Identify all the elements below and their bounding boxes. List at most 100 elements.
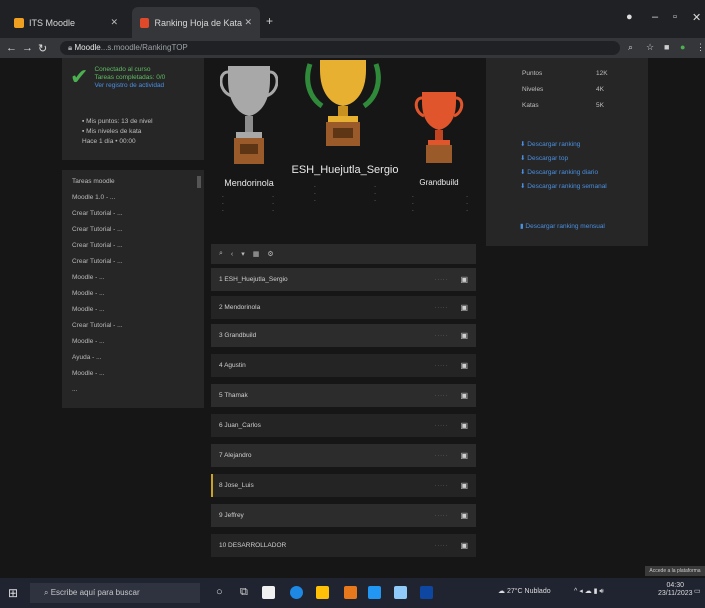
phone-icon[interactable] bbox=[394, 586, 407, 599]
table-row[interactable]: 1 ESH_Huejutla_Sergio ····· ▣ bbox=[211, 268, 476, 291]
list-item[interactable]: Moodle - ... bbox=[72, 274, 105, 281]
forward-icon[interactable]: → bbox=[22, 42, 33, 54]
address-bar[interactable]: 🔒︎ Moodle...s.moodle/RankingTOP bbox=[60, 41, 620, 55]
store-icon[interactable] bbox=[368, 586, 381, 599]
row-action-icon[interactable]: ▣ bbox=[460, 391, 468, 400]
tab-its-moodle[interactable]: ITS Moodle ✕ bbox=[6, 7, 126, 38]
status-text: Conectado al curso Tareas completadas: 0… bbox=[94, 66, 165, 90]
status-row: ✔ Conectado al curso Tareas completadas:… bbox=[70, 66, 165, 90]
stat-label: Katas bbox=[522, 102, 539, 109]
first-place-stats: · · · · · · bbox=[314, 184, 376, 204]
moodle-favicon-icon bbox=[14, 17, 24, 28]
minimize-icon[interactable]: – bbox=[652, 11, 658, 23]
table-row[interactable]: 2 Mendorinola ····· ▣ bbox=[211, 296, 476, 319]
maximize-icon[interactable]: ▫ bbox=[673, 11, 677, 23]
new-tab-icon[interactable]: + bbox=[266, 14, 273, 28]
download-link[interactable]: ⬇ Descargar ranking semanal bbox=[520, 182, 607, 190]
status-title: Conectado al curso bbox=[94, 66, 151, 73]
notification-icon[interactable]: ▭ bbox=[694, 587, 701, 595]
list-item[interactable]: Ayuda - ... bbox=[72, 354, 102, 361]
download-link[interactable]: ⬇ Descargar top bbox=[520, 154, 568, 162]
search-icon[interactable]: ⌕ bbox=[219, 250, 223, 258]
list-item[interactable]: Crear Tutorial - ... bbox=[72, 242, 123, 249]
list-item[interactable]: Moodle - ... bbox=[72, 306, 105, 313]
status-link[interactable]: Ver registro de actividad bbox=[94, 82, 165, 90]
download-link[interactable]: ▮ Descargar ranking mensual bbox=[520, 222, 605, 230]
close-window-icon[interactable]: ✕ bbox=[692, 11, 701, 24]
word-icon[interactable] bbox=[420, 586, 433, 599]
taskbar-search[interactable]: ⌕ Escribe aquí para buscar bbox=[30, 583, 200, 603]
list-item[interactable]: Moodle - ... bbox=[72, 370, 105, 377]
tab-title: Ranking Hoja de Kata Moodle bbox=[154, 17, 244, 28]
windows-start-icon[interactable]: ⊞ bbox=[8, 586, 18, 600]
close-tab-icon[interactable]: ✕ bbox=[110, 17, 118, 28]
close-tab-icon[interactable]: ✕ bbox=[244, 17, 252, 28]
weather[interactable]: ☁ 27°C Nublado bbox=[498, 587, 551, 595]
row-action-icon[interactable]: ▣ bbox=[460, 331, 468, 340]
account-icon[interactable]: ● bbox=[680, 42, 685, 52]
table-row[interactable]: 5 Thamak ····· ▣ bbox=[211, 384, 476, 407]
page-selector[interactable]: ▾ bbox=[241, 250, 245, 258]
status-line: Tareas completadas: 0/0 bbox=[94, 74, 166, 81]
chrome-icon[interactable] bbox=[344, 586, 357, 599]
rank-name: Juan_Carlos bbox=[224, 422, 261, 429]
table-row[interactable]: 4 Agustin ····· ▣ bbox=[211, 354, 476, 377]
page-content: ✔ Conectado al curso Tareas completadas:… bbox=[0, 58, 705, 578]
row-action-icon[interactable]: ▣ bbox=[460, 481, 468, 490]
settings-icon[interactable]: ⚙ bbox=[267, 250, 273, 258]
rank-score: ····· bbox=[434, 422, 448, 429]
rank-score: ····· bbox=[434, 482, 448, 489]
list-item[interactable]: ... bbox=[72, 386, 77, 393]
table-row[interactable]: 10 DESARROLLADOR ····· ▣ bbox=[211, 534, 476, 557]
table-row[interactable]: 9 Jeffrey ····· ▣ bbox=[211, 504, 476, 527]
prev-icon[interactable]: ‹ bbox=[231, 251, 233, 258]
download-link[interactable]: ⬇ Descargar ranking diario bbox=[520, 168, 598, 176]
table-row[interactable]: 3 Grandbuild ····· ▣ bbox=[211, 324, 476, 347]
row-action-icon[interactable]: ▣ bbox=[460, 421, 468, 430]
tab-ranking[interactable]: Ranking Hoja de Kata Moodle ✕ bbox=[132, 7, 260, 38]
rank-score: ····· bbox=[434, 362, 448, 369]
row-action-icon[interactable]: ▣ bbox=[460, 361, 468, 370]
row-action-icon[interactable]: ▣ bbox=[460, 511, 468, 520]
list-item[interactable]: Moodle - ... bbox=[72, 290, 105, 297]
table-row[interactable]: 7 Alejandro ····· ▣ bbox=[211, 444, 476, 467]
list-item[interactable]: Crear Tutorial - ... bbox=[72, 210, 123, 217]
row-action-icon[interactable]: ▣ bbox=[460, 303, 468, 312]
download-link[interactable]: ⬇ Descargar ranking bbox=[520, 140, 580, 148]
system-tray[interactable]: ^ ◂ ☁ ▮ 🔊︎ bbox=[574, 587, 604, 596]
bookmark-icon[interactable]: ☆ bbox=[646, 42, 654, 53]
edge-icon[interactable] bbox=[290, 586, 303, 599]
ranking-toolbar: ⌕ ‹ ▾ ▦ ⚙ bbox=[211, 244, 476, 264]
scrollbar[interactable] bbox=[197, 176, 201, 188]
url-host: Moodle bbox=[74, 43, 101, 52]
table-row[interactable]: 8 Jose_Luis ····· ▣ bbox=[211, 474, 476, 497]
stat-label: Niveles bbox=[522, 86, 544, 93]
row-action-icon[interactable]: ▣ bbox=[460, 275, 468, 284]
folder-icon[interactable] bbox=[316, 586, 329, 599]
list-item[interactable]: Moodle 1.0 - ... bbox=[72, 194, 115, 201]
tasks-card: Tareas moodle Moodle 1.0 - ... Crear Tut… bbox=[62, 170, 204, 408]
row-action-icon[interactable]: ▣ bbox=[460, 451, 468, 460]
list-item[interactable]: Crear Tutorial - ... bbox=[72, 226, 123, 233]
menu-icon[interactable]: ⋮ bbox=[696, 42, 705, 53]
back-icon[interactable]: ← bbox=[6, 42, 17, 54]
reload-icon[interactable]: ↻ bbox=[38, 42, 47, 55]
list-item[interactable]: Crear Tutorial - ... bbox=[72, 322, 123, 329]
rank-name: Alejandro bbox=[224, 452, 252, 459]
cortana-icon[interactable]: ○ bbox=[216, 586, 223, 598]
list-item[interactable]: Moodle - ... bbox=[72, 338, 105, 345]
stat-value: 12K bbox=[596, 70, 608, 77]
zoom-icon[interactable]: ⌕ bbox=[628, 42, 633, 53]
rank-score: ····· bbox=[434, 276, 448, 283]
row-action-icon[interactable]: ▣ bbox=[460, 541, 468, 550]
rank-name: DESARROLLADOR bbox=[228, 542, 287, 549]
extensions-icon[interactable]: ■ bbox=[664, 42, 669, 52]
list-item[interactable]: Crear Tutorial - ... bbox=[72, 258, 123, 265]
clock[interactable]: 04:30 23/11/2023 bbox=[658, 582, 693, 598]
tooltip: Accede a la plataforma bbox=[645, 566, 705, 576]
file-explorer-icon[interactable] bbox=[262, 586, 275, 599]
profile-icon[interactable]: ● bbox=[626, 11, 633, 23]
table-row[interactable]: 6 Juan_Carlos ····· ▣ bbox=[211, 414, 476, 437]
task-view-icon[interactable]: ⧉ bbox=[240, 586, 248, 599]
grid-icon[interactable]: ▦ bbox=[253, 250, 260, 258]
